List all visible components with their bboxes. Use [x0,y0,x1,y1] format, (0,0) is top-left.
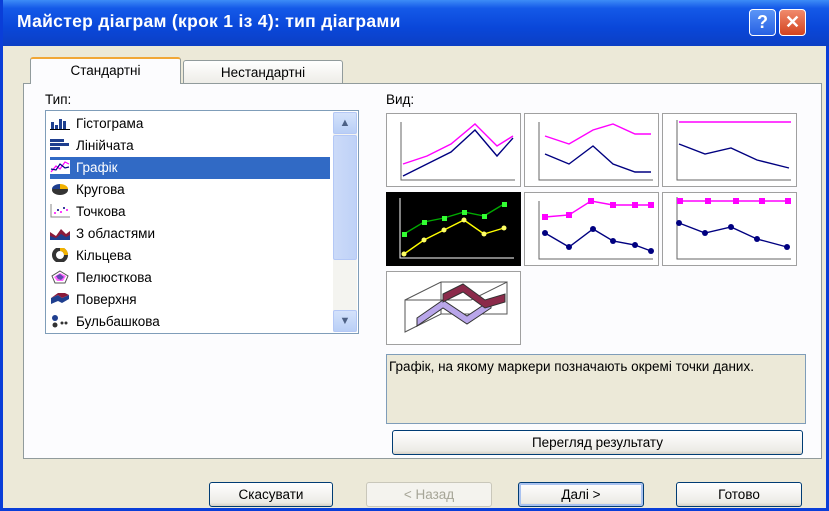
chart-type-scrollbar[interactable]: ▲ ▼ [333,112,357,332]
tab-standard[interactable]: Стандартні [30,57,181,84]
surface-chart-icon [51,293,69,305]
list-item-label: Точкова [76,204,126,219]
list-item-bubble[interactable]: Бульбашкова [50,311,330,333]
line-chart-icon [50,160,70,175]
subtype-line[interactable] [386,113,521,187]
next-button[interactable]: Далі > [518,482,644,507]
subtype-100-stacked-line-markers[interactable] [662,192,797,266]
area-chart-icon [50,229,70,241]
subtype-line-with-markers[interactable] [386,192,521,266]
list-item-area[interactable]: З областями [50,223,330,245]
list-item-surface[interactable]: Поверхня [50,289,330,311]
scroll-thumb[interactable] [333,135,357,260]
list-item-bar[interactable]: Лінійчата [50,135,330,157]
list-item-label: Бульбашкова [76,314,160,329]
scatter-chart-icon [50,204,70,218]
chart-wizard-dialog: Майстер діаграм (крок 1 із 4): тип діагр… [0,0,829,511]
bubble-chart-icon [52,315,68,328]
back-button[interactable]: < Назад [366,482,492,507]
list-item-label: Кільцева [76,248,132,263]
list-item-label: Поверхня [76,292,137,307]
list-item-label: Кругова [76,182,125,197]
list-item-label: З областями [76,226,155,241]
radar-chart-icon [51,270,69,284]
doughnut-chart-icon [52,248,68,263]
3d-line-preview-icon [404,281,508,333]
close-button[interactable]: ✕ [779,9,806,36]
list-item-line[interactable]: Графік [50,157,330,179]
subtype-stacked-line[interactable] [524,113,659,187]
list-item-radar[interactable]: Пелюсткова [50,267,330,289]
finish-button[interactable]: Готово [676,482,802,507]
window-title: Майстер діаграм (крок 1 із 4): тип діагр… [17,11,401,31]
chart-type-label: Тип: [45,92,72,107]
line-markers-preview-icon [399,198,514,259]
list-item-label: Гістограма [76,116,144,131]
list-item-label: Пелюсткова [76,270,152,285]
list-item-label: Лінійчата [76,138,134,153]
scroll-up-button[interactable]: ▲ [333,112,357,134]
help-button[interactable]: ? [749,9,776,36]
bar-chart-icon [50,139,69,151]
stacked-line-preview-icon [538,122,653,181]
subtype-3d-line[interactable] [386,271,521,345]
preview-result-button[interactable]: Перегляд результату [392,430,803,455]
percent-stacked-markers-preview-icon [676,197,791,260]
chart-subtype-label: Вид: [386,92,415,107]
title-bar[interactable]: Майстер діаграм (крок 1 із 4): тип діагр… [3,0,829,46]
list-item-scatter[interactable]: Точкова [50,201,330,223]
list-item-pie[interactable]: Кругова [50,179,330,201]
list-item-label: Графік [76,160,118,175]
line-subtype-preview-icon [400,122,515,181]
stacked-line-markers-preview-icon [538,198,654,260]
cancel-button[interactable]: Скасувати [209,482,333,507]
percent-stacked-line-preview-icon [676,120,791,181]
list-item-column[interactable]: Гістограма [50,113,330,135]
subtype-description: Графік, на якому маркери позначають окре… [386,354,806,424]
column-chart-icon [50,119,70,131]
subtype-stacked-line-markers[interactable] [524,192,659,266]
scroll-down-button[interactable]: ▼ [333,310,357,332]
pie-chart-icon [52,184,68,196]
list-item-doughnut[interactable]: Кільцева [50,245,330,267]
chart-type-list[interactable]: Гістограма Лінійчата Графік Кругова Точк… [45,110,359,334]
subtype-100-stacked-line[interactable] [662,113,797,187]
tab-custom[interactable]: Нестандартні [183,60,343,85]
